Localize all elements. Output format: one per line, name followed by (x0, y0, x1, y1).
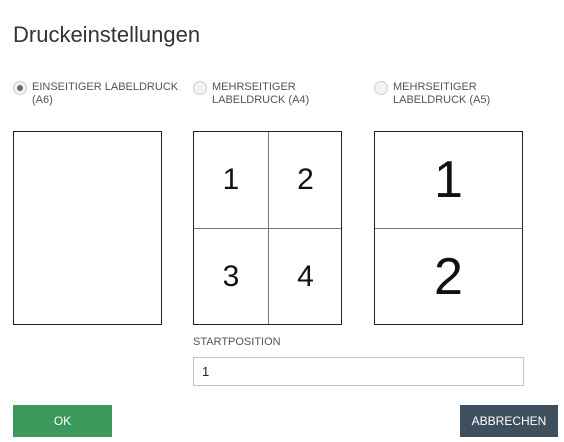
option-multi-a5[interactable]: MEHRSEITIGER LABELDRUCK (A5) (374, 81, 490, 107)
cell-label: 2 (297, 163, 314, 196)
start-position-input[interactable] (193, 357, 524, 386)
cell-label: 3 (222, 259, 240, 293)
option-multi-a4[interactable]: MEHRSEITIGER LABELDRUCK (A4) (193, 81, 309, 107)
option-single-a6[interactable]: EINSEITIGER LABELDRUCK (A6) (13, 81, 178, 107)
option-label-multi-a4: MEHRSEITIGER LABELDRUCK (A4) (212, 81, 310, 106)
preview-multi-a5[interactable]: 1 2 (374, 131, 523, 325)
cancel-button[interactable]: ABBRECHEN (460, 405, 558, 437)
start-position-label: STARTPOSITION (193, 336, 281, 348)
preview-multi-a4[interactable]: 1 2 3 4 (193, 131, 342, 325)
radio-multi-a5[interactable] (374, 81, 388, 95)
cell-label: 1 (434, 151, 463, 209)
option-label-multi-a5: MEHRSEITIGER LABELDRUCK (A5) (393, 81, 491, 106)
ok-button[interactable]: OK (13, 405, 112, 437)
radio-multi-a4[interactable] (193, 81, 207, 95)
cell-label: 2 (434, 247, 463, 306)
cell-label: 4 (297, 259, 314, 293)
dialog-title: Druckeinstellungen (13, 22, 201, 47)
preview-single-a6[interactable] (13, 131, 162, 325)
radio-single-a6[interactable] (13, 81, 27, 95)
option-label-single-a6: EINSEITIGER LABELDRUCK (A6) (32, 81, 179, 106)
cell-label: 1 (222, 163, 240, 196)
